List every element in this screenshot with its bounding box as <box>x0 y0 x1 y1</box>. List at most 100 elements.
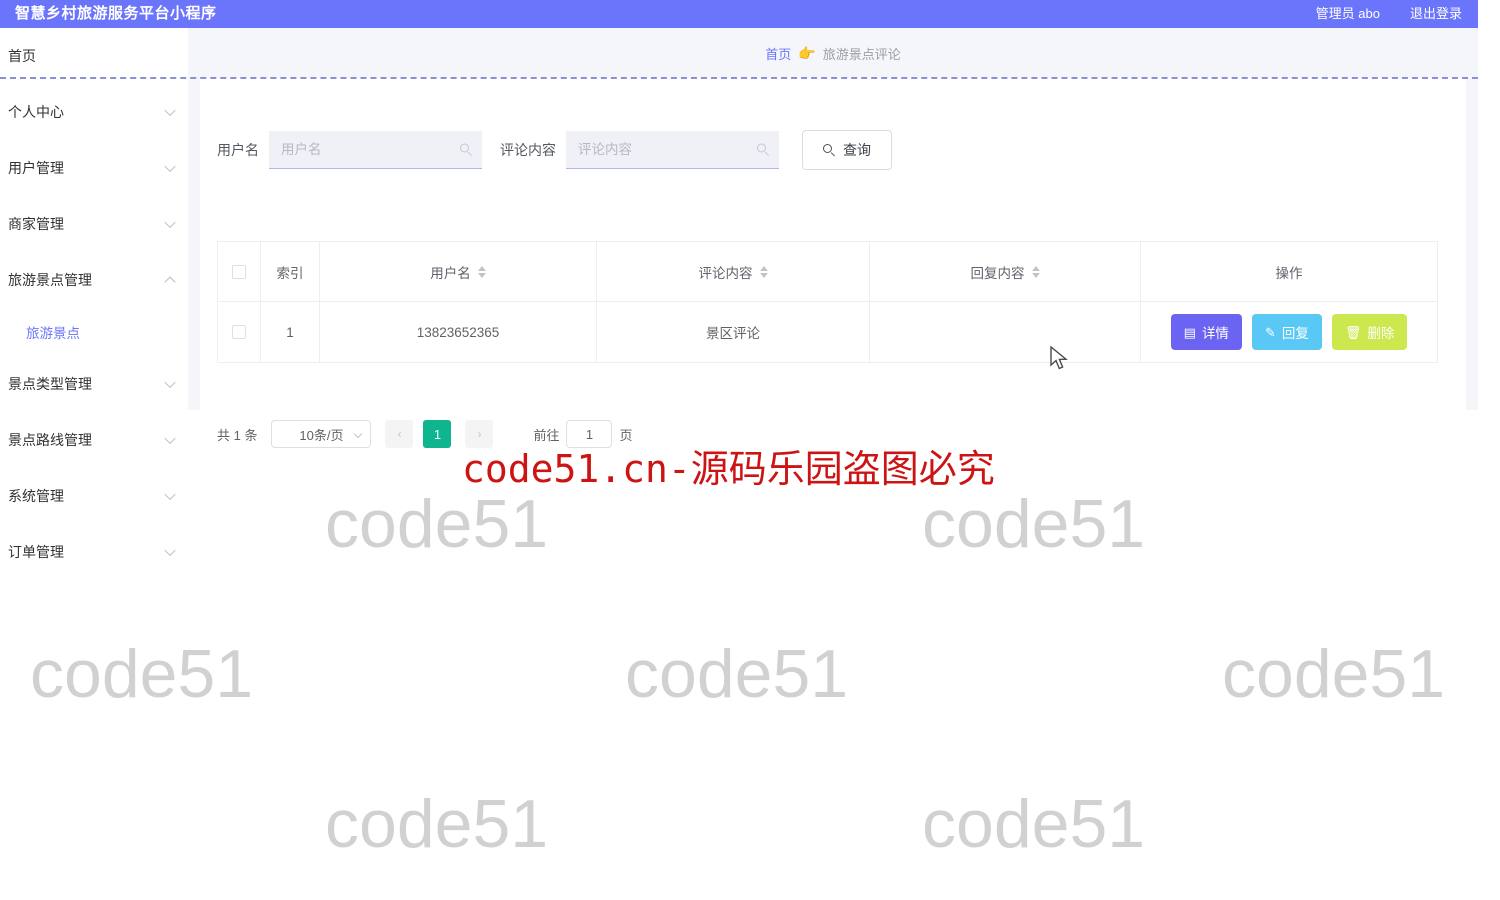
chevron-down-icon <box>164 544 176 557</box>
column-label: 操作 <box>1275 265 1303 281</box>
watermark-tile: code51 <box>325 786 549 862</box>
breadcrumb-current: 旅游景点评论 <box>822 46 901 62</box>
detail-button-label: 详情 <box>1201 326 1229 341</box>
sidebar-item-label: 景点类型管理 <box>8 376 92 392</box>
column-label: 用户名 <box>430 265 471 281</box>
delete-button-label: 删除 <box>1367 326 1395 341</box>
table-row[interactable]: 1 13823652365 景区评论 ▤ 详情 ✎ 回复 🗑 删除 <box>218 302 1437 363</box>
query-button-label: 查询 <box>843 142 871 158</box>
sort-toggle-icon[interactable] <box>759 265 768 278</box>
sidebar-subitem-label: 旅游景点 <box>26 326 80 341</box>
reply-button-label: 回复 <box>1281 326 1309 341</box>
reply-button[interactable]: ✎ 回复 <box>1251 314 1322 350</box>
comment-input-wrapper[interactable] <box>566 131 779 169</box>
username-input[interactable] <box>269 131 482 168</box>
sort-toggle-icon[interactable] <box>1031 265 1040 278</box>
page-jump-input[interactable] <box>566 420 613 448</box>
sidebar-item-home[interactable]: 首页 <box>0 28 188 84</box>
column-header-username[interactable]: 用户名 <box>320 242 597 301</box>
sidebar-item-merchant-management[interactable]: 商家管理 <box>0 196 188 252</box>
watermark-tile: code51 <box>922 786 1146 862</box>
column-header-comment[interactable]: 评论内容 <box>597 242 870 301</box>
sort-toggle-icon[interactable] <box>477 265 486 278</box>
header-user-area: 管理员 abo 退出登录 <box>1316 5 1462 23</box>
column-header-reply[interactable]: 回复内容 <box>870 242 1141 301</box>
sidebar-item-label: 首页 <box>8 48 36 64</box>
pagination: 共 1 条 10条/页 ‹ 1 › 前往 页 <box>217 420 633 448</box>
chevron-down-icon <box>164 432 176 445</box>
app-title: 智慧乡村旅游服务平台小程序 <box>15 5 217 22</box>
chevron-down-icon <box>164 488 176 501</box>
trash-icon: 🗑 <box>1344 324 1362 340</box>
pencil-icon: ✎ <box>1264 324 1276 340</box>
chevron-down-icon <box>164 376 176 389</box>
row-select-cell <box>218 302 261 362</box>
sidebar-item-attraction-management[interactable]: 旅游景点管理 <box>0 252 188 308</box>
application-window: 智慧乡村旅游服务平台小程序 管理员 abo 退出登录 首页 个人中心 用户管理 … <box>0 0 1478 560</box>
watermark-tile: code51 <box>1222 636 1446 712</box>
dashed-separator-line <box>0 77 1478 79</box>
breadcrumb-home-link[interactable]: 首页 <box>765 44 791 63</box>
screenshot-root: code51 code51 code51 code51 code51 code51 code… <box>0 0 1500 900</box>
sidebar-item-attraction-route-management[interactable]: 景点路线管理 <box>0 412 188 468</box>
main-content: 首页 👉 旅游景点评论 用户名 评论内容 <box>188 28 1478 448</box>
page-jump-suffix: 页 <box>619 427 633 443</box>
cell-username: 13823652365 <box>320 302 597 362</box>
sidebar-item-label: 旅游景点管理 <box>8 272 92 288</box>
chevron-down-icon <box>164 216 176 229</box>
table-header-row: 索引 用户名 评论内容 回复内容 操作 <box>218 242 1437 302</box>
watermark-tile: code51 <box>325 486 549 562</box>
sidebar-nav: 首页 个人中心 用户管理 商家管理 旅游景点管理 旅游景点 景点类型管理 景点路… <box>0 28 188 560</box>
breadcrumb: 首页 👉 旅游景点评论 <box>188 28 1478 78</box>
table-header: 索引 用户名 评论内容 回复内容 操作 <box>218 242 1437 302</box>
page-size-label: 10条/页 <box>299 427 344 443</box>
cell-index: 1 <box>261 302 320 362</box>
sidebar-item-label: 景点路线管理 <box>8 432 92 448</box>
cell-actions: ▤ 详情 ✎ 回复 🗑 删除 <box>1141 302 1437 362</box>
select-all-cell <box>218 242 261 301</box>
sidebar-item-label: 个人中心 <box>8 104 64 120</box>
sidebar-item-system-management[interactable]: 系统管理 <box>0 468 188 524</box>
username-input-wrapper[interactable] <box>269 131 482 169</box>
comments-table: 索引 用户名 评论内容 回复内容 操作 1 13823652365 景区评论 ▤… <box>217 241 1438 363</box>
chevron-up-icon <box>164 276 176 288</box>
column-label: 评论内容 <box>698 265 753 281</box>
query-button[interactable]: 查询 <box>802 130 892 170</box>
page-jump-prefix: 前往 <box>533 427 560 443</box>
top-header-bar: 智慧乡村旅游服务平台小程序 管理员 abo 退出登录 <box>0 0 1478 28</box>
delete-button[interactable]: 🗑 删除 <box>1331 314 1408 350</box>
document-icon: ▤ <box>1183 324 1196 340</box>
sidebar-item-order-management[interactable]: 订单管理 <box>0 524 188 580</box>
sidebar-item-label: 订单管理 <box>8 544 64 560</box>
pointing-hand-icon: 👉 <box>798 44 816 61</box>
watermark-tile: code51 <box>922 486 1146 562</box>
cell-comment: 景区评论 <box>597 302 870 362</box>
sidebar-item-label: 商家管理 <box>8 216 64 232</box>
sidebar-item-attraction-type-management[interactable]: 景点类型管理 <box>0 356 188 412</box>
sidebar-item-personal-center[interactable]: 个人中心 <box>0 84 188 140</box>
search-form: 用户名 评论内容 <box>217 130 892 170</box>
prev-page-button[interactable]: ‹ <box>385 420 414 448</box>
sidebar-item-label: 用户管理 <box>8 160 64 176</box>
comment-input[interactable] <box>566 131 779 168</box>
page-number-1[interactable]: 1 <box>423 420 452 448</box>
watermark-tile: code51 <box>30 636 254 712</box>
row-checkbox[interactable] <box>232 325 246 339</box>
search-icon <box>823 143 836 157</box>
column-label: 索引 <box>276 265 304 281</box>
username-field-label: 用户名 <box>217 142 259 158</box>
comment-field-label: 评论内容 <box>500 142 556 158</box>
column-label: 回复内容 <box>970 265 1025 281</box>
next-page-button[interactable]: › <box>465 420 494 448</box>
logout-button[interactable]: 退出登录 <box>1410 5 1462 23</box>
column-header-index: 索引 <box>261 242 320 301</box>
sidebar-item-label: 系统管理 <box>8 488 64 504</box>
table-body: 1 13823652365 景区评论 ▤ 详情 ✎ 回复 🗑 删除 <box>218 302 1437 363</box>
chevron-down-icon <box>354 429 363 439</box>
sidebar-subitem-attractions[interactable]: 旅游景点 <box>0 308 188 356</box>
sidebar-item-user-management[interactable]: 用户管理 <box>0 140 188 196</box>
page-size-select[interactable]: 10条/页 <box>271 420 372 448</box>
content-panel: 用户名 评论内容 <box>200 78 1466 448</box>
detail-button[interactable]: ▤ 详情 <box>1170 314 1242 350</box>
select-all-checkbox[interactable] <box>232 264 246 279</box>
